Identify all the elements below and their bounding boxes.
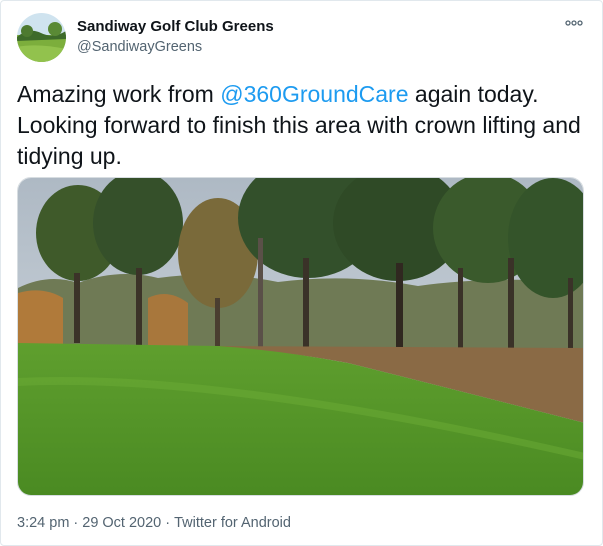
display-name[interactable]: Sandiway Golf Club Greens xyxy=(77,18,274,35)
tweet-card: Sandiway Golf Club Greens @SandiwayGreen… xyxy=(0,0,603,546)
tweet-text-before: Amazing work from xyxy=(17,81,221,107)
meta-separator: · xyxy=(165,515,171,531)
timestamp-time[interactable]: 3:24 pm xyxy=(17,515,69,531)
avatar[interactable] xyxy=(17,13,66,62)
more-options-icon[interactable] xyxy=(564,15,584,31)
meta-separator: · xyxy=(73,515,79,531)
mention-link[interactable]: @360GroundCare xyxy=(220,81,408,107)
tweet-meta: 3:24 pm · 29 Oct 2020 · Twitter for Android xyxy=(17,515,291,531)
timestamp-date[interactable]: 29 Oct 2020 xyxy=(82,515,161,531)
tweet-source[interactable]: Twitter for Android xyxy=(174,515,291,531)
photo-golf-course-trees-icon xyxy=(18,178,583,495)
tweet-text: Amazing work from @360GroundCare again t… xyxy=(17,79,592,172)
user-handle[interactable]: @SandiwayGreens xyxy=(77,39,202,55)
tweet-photo[interactable] xyxy=(17,177,584,496)
golf-course-avatar-icon xyxy=(17,13,66,62)
